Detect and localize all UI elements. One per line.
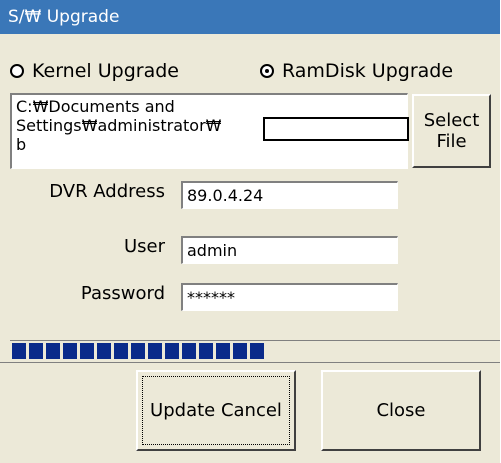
- text-cursor-box: [263, 117, 409, 141]
- upgrade-progress-bar: [10, 340, 500, 360]
- progress-segment: [148, 343, 162, 359]
- kernel-upgrade-radio[interactable]: Kernel Upgrade: [10, 60, 179, 82]
- progress-segment: [165, 343, 179, 359]
- progress-segment: [199, 343, 213, 359]
- dvr-address-label: DVR Address: [49, 181, 165, 202]
- progress-segment: [233, 343, 247, 359]
- window-title: S/₩ Upgrade: [0, 0, 500, 34]
- close-button[interactable]: Close: [321, 370, 481, 451]
- upgrade-type-radio-group: Kernel Upgrade RamDisk Upgrade: [10, 60, 490, 90]
- file-path-line-1: C:₩Documents and: [16, 97, 175, 116]
- progress-segment: [63, 343, 77, 359]
- progress-segment: [250, 343, 264, 359]
- progress-segment: [97, 343, 111, 359]
- divider: [0, 362, 500, 363]
- select-file-label-1: Select: [423, 110, 480, 131]
- progress-segment: [46, 343, 60, 359]
- radio-unchecked-icon: [10, 64, 24, 78]
- progress-segment: [12, 343, 26, 359]
- dvr-address-input[interactable]: 89.0.4.24: [181, 181, 398, 209]
- progress-segment: [182, 343, 196, 359]
- progress-segment: [29, 343, 43, 359]
- progress-segment: [114, 343, 128, 359]
- user-label: User: [123, 236, 165, 257]
- progress-segment: [131, 343, 145, 359]
- kernel-upgrade-label: Kernel Upgrade: [32, 60, 179, 82]
- sw-upgrade-dialog: S/₩ Upgrade Kernel Upgrade RamDisk Upgra…: [0, 0, 500, 463]
- user-input[interactable]: admin: [181, 236, 398, 264]
- password-label: Password: [80, 283, 165, 304]
- select-file-button[interactable]: Select File: [412, 94, 491, 168]
- progress-segment: [80, 343, 94, 359]
- update-cancel-button[interactable]: Update Cancel: [136, 370, 296, 451]
- password-input[interactable]: ******: [181, 283, 398, 311]
- ramdisk-upgrade-label: RamDisk Upgrade: [282, 60, 454, 82]
- radio-checked-icon: [260, 64, 274, 78]
- progress-fill: [12, 343, 498, 359]
- progress-segment: [216, 343, 230, 359]
- select-file-label-2: File: [436, 131, 467, 152]
- ramdisk-upgrade-radio[interactable]: RamDisk Upgrade: [260, 60, 453, 82]
